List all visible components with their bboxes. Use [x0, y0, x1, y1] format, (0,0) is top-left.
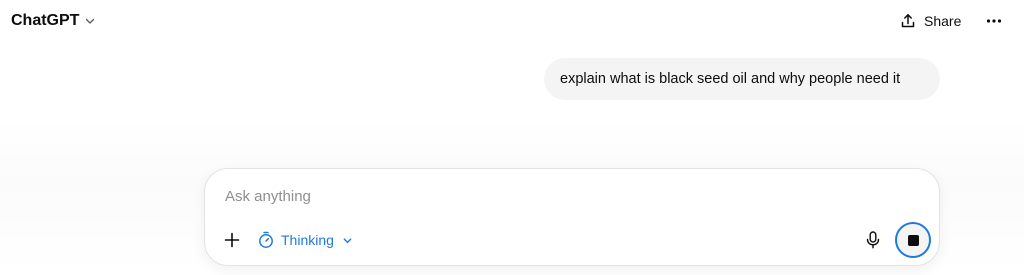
- microphone-icon: [866, 231, 880, 249]
- attach-button[interactable]: [221, 229, 243, 251]
- thinking-mode-label: Thinking: [281, 232, 334, 248]
- user-message: explain what is black seed oil and why p…: [544, 58, 940, 100]
- model-switcher[interactable]: ChatGPT: [11, 10, 96, 32]
- more-options-icon: [986, 18, 1002, 24]
- model-name: ChatGPT: [11, 12, 80, 29]
- share-button[interactable]: Share: [900, 9, 961, 33]
- thinking-mode-button[interactable]: Thinking: [257, 228, 353, 252]
- stop-icon: [907, 234, 919, 246]
- stop-generating-button[interactable]: [895, 222, 931, 258]
- chat-window: ChatGPT Share explain what is black seed…: [0, 0, 1024, 275]
- share-icon: [900, 13, 916, 29]
- composer: Thinking: [204, 168, 940, 266]
- more-options-button[interactable]: [982, 10, 1006, 32]
- prompt-input[interactable]: [225, 184, 915, 208]
- plus-icon: [224, 232, 240, 248]
- voice-input-button[interactable]: [863, 229, 883, 251]
- chevron-down-icon: [340, 235, 353, 246]
- share-label: Share: [924, 13, 962, 29]
- chevron-down-icon: [84, 15, 96, 27]
- timer-icon: [257, 231, 275, 249]
